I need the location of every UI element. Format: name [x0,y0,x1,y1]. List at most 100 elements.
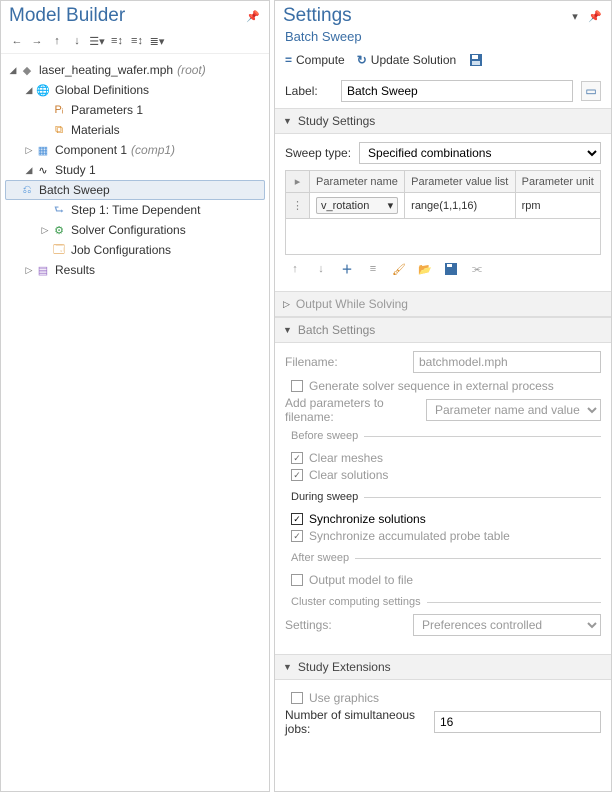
parameter-table[interactable]: ▸ Parameter name Parameter value list Pa… [285,170,601,219]
label-row: Label: ▭ [275,74,611,108]
tree-item-solver-configurations[interactable]: ▷⚙Solver Configurations [5,220,265,240]
batch-icon: ⎌ [19,182,35,198]
handle-col-icon: ▸ [286,171,310,193]
add-row-icon[interactable]: ＋ [339,261,355,277]
sync-solutions-checkbox[interactable]: ✓ Synchronize solutions [291,512,601,526]
tree-item-component-1[interactable]: ▷▦Component 1(comp1) [5,140,265,160]
chevron-down-icon: ▼ [283,662,292,672]
batch-settings-header[interactable]: ▼ Batch Settings [275,317,611,343]
tree-item-laser-heating-wafer-mph[interactable]: ◢◆laser_heating_wafer.mph(root) [5,60,265,80]
chevron-down-icon: ▾ [388,199,394,212]
model-builder-title: Model Builder [9,5,125,27]
chevron-right-icon[interactable]: ▷ [39,225,51,236]
plot-icon[interactable]: ⫘ [469,261,485,277]
output-while-solving-header[interactable]: ▷ Output While Solving [275,291,611,317]
cluster-settings-label: Settings: [285,618,405,632]
open-folder-icon[interactable]: 📂 [417,261,433,277]
param-name-select[interactable]: v_rotation ▾ [316,197,398,214]
tree-item-label: Step 1: Time Dependent [71,203,200,217]
list-icon[interactable]: ≣▾ [149,33,165,49]
label-input[interactable] [341,80,573,102]
checkbox-checked-icon: ✓ [291,530,303,542]
table-row[interactable]: ⋮ v_rotation ▾ range(1,1,16) rpm [286,193,601,219]
comp-icon: ▦ [35,142,51,158]
sweep-type-select[interactable]: Specified combinations [359,142,601,164]
dropdown-icon[interactable]: ▾ [567,8,583,24]
model-tree[interactable]: ◢◆laser_heating_wafer.mph(root)◢🌐Global … [1,54,269,791]
tree-item-label: Global Definitions [55,83,149,97]
add-params-select[interactable]: Parameter name and value [426,399,601,421]
tree-down-icon[interactable]: ↓ [69,33,85,49]
tree-item-job-configurations[interactable]: 🗔Job Configurations [5,240,265,260]
clear-icon[interactable]: 🖌 [391,261,407,277]
settings-pane: Settings ▾ 📌 Batch Sweep = Compute ↻ Upd… [274,0,612,792]
param-values-cell[interactable]: range(1,1,16) [405,193,515,219]
tree-item-label: Materials [71,123,120,137]
chevron-down-icon[interactable]: ◢ [23,85,35,96]
move-down-icon[interactable]: ↓ [313,261,329,277]
chevron-right-icon[interactable]: ▷ [23,145,35,156]
chevron-right-icon: ▷ [283,299,290,310]
settings-header: Settings ▾ 📌 [275,1,611,29]
col-param-name: Parameter name [310,171,405,193]
checkbox-icon [291,380,303,392]
study-settings-header[interactable]: ▼ Study Settings [275,108,611,134]
clear-meshes-checkbox[interactable]: ✓ Clear meshes [291,451,601,465]
model-builder-toolbar: ← → ↑ ↓ ☰▾ ≡↕ ≡↕ ≣▾ [1,29,269,54]
chevron-right-icon[interactable]: ▷ [23,265,35,276]
before-sweep-legend: Before sweep [285,430,364,442]
move-up-icon[interactable]: ↑ [287,261,303,277]
settings-actions: = Compute ↻ Update Solution [275,48,611,74]
tree-up-icon[interactable]: ↑ [49,33,65,49]
tree-item-study-1[interactable]: ◢∿Study 1 [5,160,265,180]
tree-item-results[interactable]: ▷▤ Results [5,260,265,280]
after-sweep-legend: After sweep [285,552,355,564]
checkbox-checked-icon: ✓ [291,469,303,481]
output-model-checkbox[interactable]: Output model to file [291,573,601,587]
globe-icon: 🌐 [35,82,51,98]
row-handle-icon[interactable]: ⋮ [286,193,310,219]
save-icon[interactable] [468,52,484,68]
filename-input[interactable] [413,351,601,373]
tree-item-materials[interactable]: ⧉Materials [5,120,265,140]
tree-item-step-1-time-dependent[interactable]: ⮑ Step 1: Time Dependent [5,200,265,220]
study-extensions-header[interactable]: ▼ Study Extensions [275,654,611,680]
save-table-icon[interactable] [443,261,459,277]
num-jobs-input[interactable] [434,711,601,733]
update-solution-button[interactable]: ↻ Update Solution [357,53,456,67]
chevron-down-icon[interactable]: ◢ [23,165,35,176]
tree-item-label: Results [55,263,95,277]
table-blank-area[interactable] [285,219,601,255]
cluster-settings-select[interactable]: Preferences controlled [413,614,601,636]
tree-item-label: Batch Sweep [39,183,110,197]
clear-solutions-checkbox[interactable]: ✓ Clear solutions [291,468,601,482]
results-icon: ▤ [35,262,51,278]
pin-icon[interactable]: 📌 [245,8,261,24]
settings-subtitle: Batch Sweep [275,29,611,48]
compute-button[interactable]: = Compute [285,53,345,67]
tree-item-global-definitions[interactable]: ◢🌐 Global Definitions [5,80,265,100]
update-icon: ↻ [357,53,367,67]
collapse-icon[interactable]: ☰▾ [89,33,105,49]
step-icon: ⮑ [51,202,67,218]
expand-r-icon[interactable]: ≡↕ [129,33,145,49]
tree-item-parameters-1[interactable]: PᵢParameters 1 [5,100,265,120]
tree-item-label: laser_heating_wafer.mph [39,63,173,77]
tree-item-suffix: (root) [177,63,206,77]
delete-row-icon[interactable]: ≡ [365,261,381,277]
param-unit-cell[interactable]: rpm [515,193,600,219]
sweep-type-label: Sweep type: [285,146,351,160]
expand-l-icon[interactable]: ≡↕ [109,33,125,49]
tree-item-batch-sweep[interactable]: ⎌ Batch Sweep [5,180,265,200]
generate-solver-checkbox[interactable]: Generate solver sequence in external pro… [291,379,601,393]
tree-item-label: Parameters 1 [71,103,143,117]
sync-probe-checkbox[interactable]: ✓ Synchronize accumulated probe table [291,529,601,543]
label-options-icon[interactable]: ▭ [581,81,601,101]
use-graphics-checkbox[interactable]: Use graphics [291,691,601,705]
nav-fwd-icon[interactable]: → [29,33,45,49]
study-settings-body: Sweep type: Specified combinations ▸ Par… [275,134,611,291]
nav-back-icon[interactable]: ← [9,33,25,49]
chevron-down-icon[interactable]: ◢ [7,65,19,76]
chevron-down-icon: ▼ [283,116,292,126]
pin-icon[interactable]: 📌 [587,8,603,24]
